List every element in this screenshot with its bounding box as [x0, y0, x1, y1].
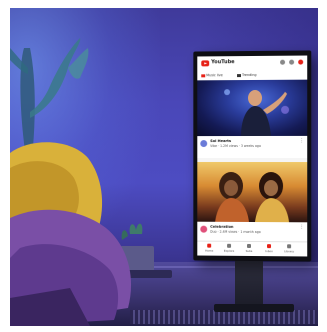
home-icon	[207, 243, 212, 248]
cast-icon[interactable]	[280, 59, 286, 65]
avatar	[200, 225, 208, 233]
library-icon	[287, 244, 292, 249]
nav-inbox[interactable]: Inbox	[259, 244, 279, 253]
channel-name: Celebration	[210, 224, 234, 229]
video-thumbnail[interactable]	[197, 161, 308, 223]
tv-screen: YouTube Music live Trending Sol Hearts V…	[197, 55, 308, 257]
app-name: YouTube	[211, 59, 235, 66]
inbox-icon	[267, 244, 272, 249]
avatar	[200, 140, 208, 148]
nav-subscriptions[interactable]: Subs	[239, 243, 259, 253]
more-options-icon[interactable]: ⋮	[299, 138, 304, 144]
explore-icon	[227, 243, 232, 248]
performer-figure	[224, 89, 289, 137]
nav-library[interactable]: Library	[279, 244, 299, 253]
nav-home[interactable]: Home	[199, 243, 219, 253]
video-stats: Vibe · 1.2M views · 3 weeks ago	[210, 143, 261, 149]
vertical-tv: YouTube Music live Trending Sol Hearts V…	[193, 50, 312, 262]
chip-music-live[interactable]: Music live	[201, 72, 223, 78]
subscriptions-icon	[247, 243, 252, 248]
account-icon[interactable]	[298, 59, 304, 65]
chip-bar: Music live Trending	[197, 69, 308, 81]
two-people-figures	[215, 171, 289, 223]
video-meta[interactable]: Sol Hearts Vibe · 1.2M views · 3 weeks a…	[197, 135, 308, 159]
music-icon	[201, 73, 206, 77]
nav-explore[interactable]: Explore	[219, 243, 239, 253]
youtube-logo-icon	[201, 60, 210, 67]
living-room-scene: YouTube Music live Trending Sol Hearts V…	[10, 8, 318, 326]
video-stats: Duo · 2.4M views · 1 month ago	[210, 229, 261, 235]
channel-name: Sol Hearts	[210, 139, 232, 144]
video-thumbnail[interactable]	[197, 79, 308, 137]
tv-stand-base	[214, 304, 294, 312]
search-icon[interactable]	[289, 59, 295, 65]
trending-icon	[237, 73, 242, 77]
chip-trending[interactable]: Trending	[237, 72, 257, 78]
tv-stand	[235, 260, 263, 308]
more-options-icon[interactable]: ⋮	[299, 224, 304, 230]
bottom-navigation: Home Explore Subs Inbox Library	[197, 240, 308, 257]
